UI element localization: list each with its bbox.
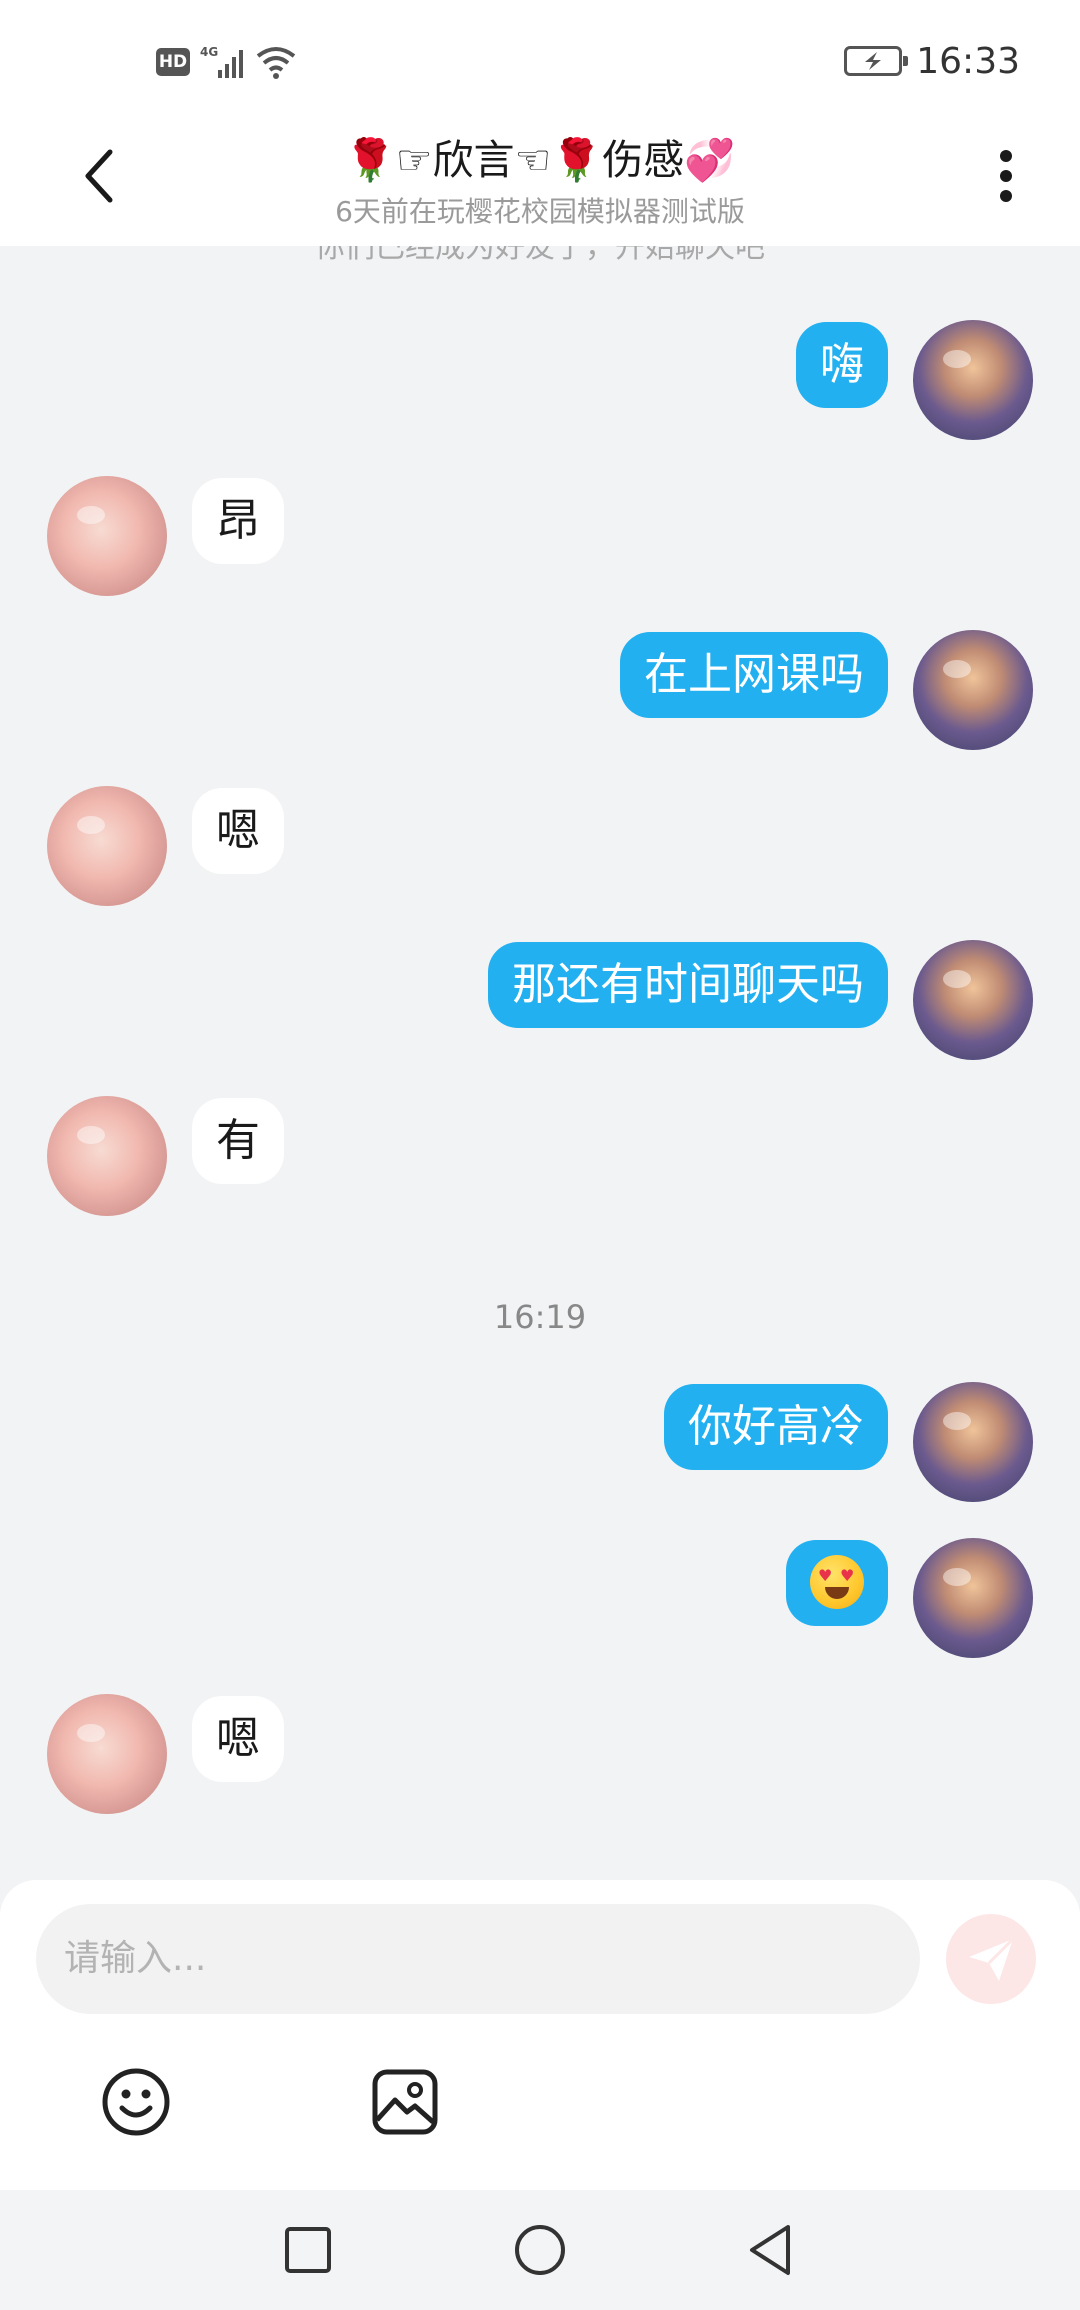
time-divider: 16:19 — [493, 1298, 587, 1336]
recents-button[interactable] — [276, 2218, 340, 2282]
message-row: 嗯 — [0, 786, 1080, 916]
message-bubble[interactable]: 在上网课吗 — [620, 632, 888, 718]
message-row: 有 — [0, 1096, 1080, 1226]
hd-badge: HD — [156, 48, 190, 76]
home-button[interactable] — [508, 2218, 572, 2282]
more-vertical-icon — [1000, 150, 1012, 202]
contact-activity: 6天前在玩樱花校园模拟器测试版 — [335, 195, 745, 228]
message-list[interactable]: 你们已经成为好友了，开始聊天吧 嗨 昂 在上网课吗 嗯 那还有时间聊天吗 有 1… — [0, 246, 1080, 1880]
my-avatar[interactable] — [913, 320, 1033, 440]
more-options-button[interactable] — [976, 144, 1036, 208]
circle-icon — [515, 2225, 565, 2275]
contact-avatar[interactable] — [47, 476, 167, 596]
emoji-button[interactable] — [98, 2064, 174, 2140]
wifi-icon — [256, 47, 296, 79]
image-button[interactable] — [367, 2064, 443, 2140]
my-avatar[interactable] — [913, 630, 1033, 750]
my-avatar[interactable] — [913, 1538, 1033, 1658]
message-bubble[interactable]: 嗯 — [192, 1696, 284, 1782]
battery-charging-icon — [844, 46, 909, 76]
chat-screen: HD 4G 16:33 🌹☞欣言☜🌹伤感💞 6天前在玩樱花校园模拟器测试版 你们… — [0, 0, 1080, 2310]
message-row: 那还有时间聊天吗 — [0, 940, 1080, 1070]
square-icon — [285, 2227, 331, 2273]
send-icon — [969, 1937, 1015, 1981]
message-bubble[interactable]: 昂 — [192, 478, 284, 564]
system-notice: 你们已经成为好友了，开始聊天吧 — [315, 246, 765, 265]
signal-icon: 4G — [200, 45, 243, 78]
status-left: HD 4G — [156, 40, 298, 84]
message-row: 嗯 — [0, 1694, 1080, 1824]
my-avatar[interactable] — [913, 940, 1033, 1060]
status-right: 16:33 — [844, 36, 1020, 86]
composer: 请输入... — [0, 1880, 1080, 2190]
my-avatar[interactable] — [913, 1382, 1033, 1502]
send-button[interactable] — [946, 1914, 1036, 2004]
emoji-bubble[interactable]: ♥ ♥ — [786, 1540, 888, 1626]
message-bubble[interactable]: 你好高冷 — [664, 1384, 888, 1470]
heart-eyes-emoji-icon: ♥ ♥ — [810, 1555, 864, 1609]
system-nav-bar — [0, 2190, 1080, 2310]
contact-avatar[interactable] — [47, 1096, 167, 1216]
message-input[interactable]: 请输入... — [36, 1904, 920, 2014]
image-icon — [372, 2069, 438, 2135]
message-bubble[interactable]: 有 — [192, 1098, 284, 1184]
contact-name: 🌹☞欣言☜🌹伤感💞 — [344, 136, 736, 184]
message-row: 嗨 — [0, 320, 1080, 450]
message-bubble[interactable]: 嗨 — [796, 322, 888, 408]
status-time: 16:33 — [916, 40, 1020, 82]
svg-text:4G: 4G — [200, 45, 218, 59]
smiley-icon — [102, 2068, 170, 2136]
message-bubble[interactable]: 嗯 — [192, 788, 284, 874]
contact-avatar[interactable] — [47, 786, 167, 906]
status-bar: HD 4G 16:33 — [0, 0, 1080, 118]
message-row: 在上网课吗 — [0, 630, 1080, 760]
nav-back-button[interactable] — [738, 2218, 802, 2282]
chat-header: 🌹☞欣言☜🌹伤感💞 6天前在玩樱花校园模拟器测试版 — [0, 118, 1080, 246]
message-row: 昂 — [0, 476, 1080, 606]
message-row: 你好高冷 — [0, 1382, 1080, 1512]
triangle-back-icon — [750, 2225, 790, 2275]
message-bubble[interactable]: 那还有时间聊天吗 — [488, 942, 888, 1028]
message-row: ♥ ♥ — [0, 1538, 1080, 1668]
contact-avatar[interactable] — [47, 1694, 167, 1814]
